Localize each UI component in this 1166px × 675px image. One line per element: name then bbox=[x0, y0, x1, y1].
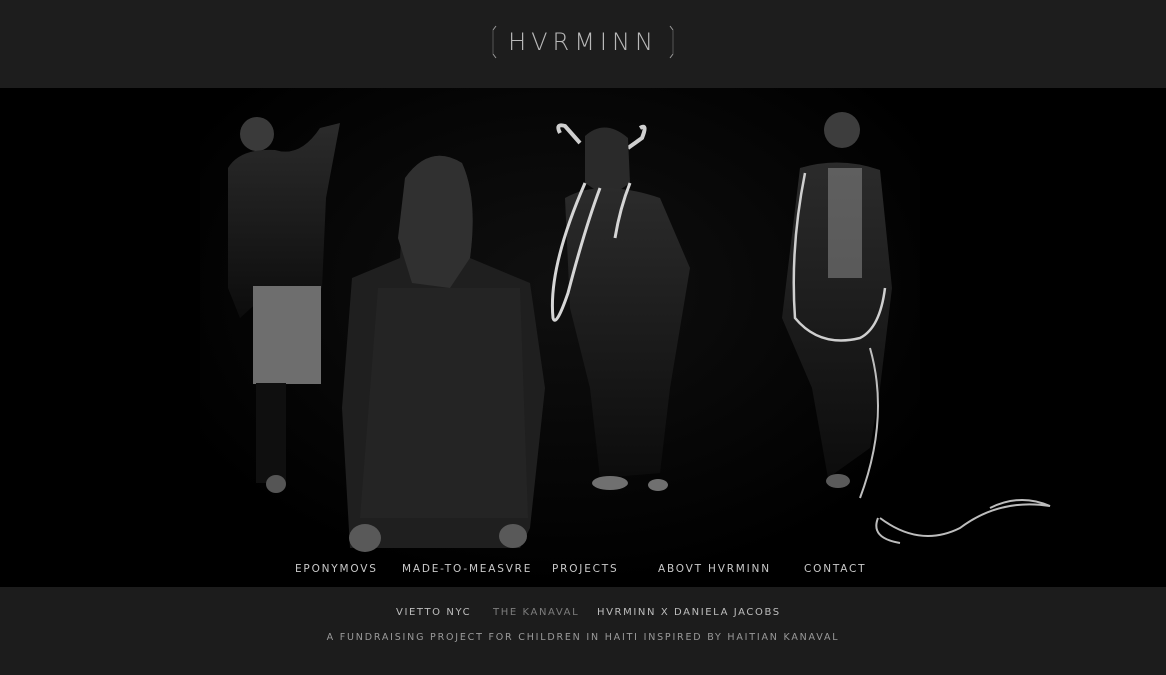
main-nav: EPONYMOVS MADE-TO-MEASVRE PROJECTS ABOVT… bbox=[0, 563, 1166, 577]
nav-item-eponymovs[interactable]: EPONYMOVS bbox=[295, 563, 378, 575]
subnav-item-hvrminn-x-daniela-jacobs[interactable]: HVRMINN X DANIELA JACOBS bbox=[597, 607, 781, 618]
nav-item-projects[interactable]: PROJECTS bbox=[552, 563, 618, 575]
site-logo[interactable]: HVRMINN bbox=[490, 24, 676, 62]
campaign-photo-icon bbox=[0, 88, 1166, 587]
project-tagline: A FUNDRAISING PROJECT FOR CHILDREN IN HA… bbox=[326, 632, 840, 643]
sub-nav: VIETTO NYC THE KANAVAL HVRMINN X DANIELA… bbox=[0, 607, 1166, 621]
footer: VIETTO NYC THE KANAVAL HVRMINN X DANIELA… bbox=[0, 587, 1166, 675]
subnav-item-vietto-nyc[interactable]: VIETTO NYC bbox=[396, 607, 471, 618]
site-header: HVRMINN bbox=[0, 0, 1166, 88]
subnav-item-the-kanaval[interactable]: THE KANAVAL bbox=[493, 607, 579, 618]
hero-image bbox=[0, 88, 1166, 587]
nav-item-abovt-hvrminn[interactable]: ABOVT HVRMINN bbox=[658, 563, 771, 575]
nav-item-contact[interactable]: CONTACT bbox=[804, 563, 866, 575]
logo-text: HVRMINN bbox=[508, 28, 658, 56]
nav-item-made-to-measvre[interactable]: MADE-TO-MEASVRE bbox=[402, 563, 532, 575]
